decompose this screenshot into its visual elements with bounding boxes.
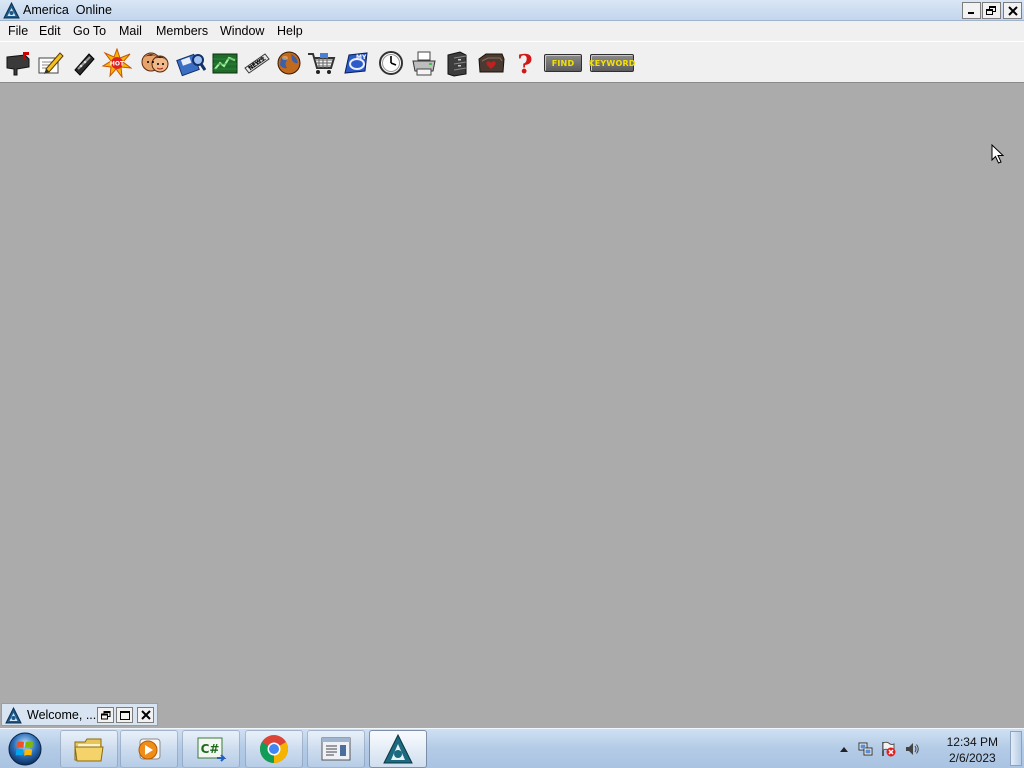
network-icon <box>858 742 873 756</box>
marketplace-cart-button[interactable] <box>306 48 336 78</box>
keyword-button[interactable]: KEYWORD <box>588 54 635 72</box>
print-icon <box>412 51 436 76</box>
compose-mail-icon <box>38 52 64 74</box>
file-search-button[interactable] <box>176 48 206 78</box>
menu-bar: File Edit Go To Mail Members Window Help <box>0 21 1024 41</box>
marketplace-cart-icon <box>308 53 336 74</box>
internet-globe-button[interactable] <box>274 48 304 78</box>
read-mail-button[interactable] <box>3 48 33 78</box>
clock-date: 2/6/2023 <box>948 751 996 765</box>
people-connection-button[interactable] <box>140 48 170 78</box>
system-clock[interactable]: 12:34 PM 2/6/2023 <box>947 734 998 766</box>
internet-globe-icon <box>277 51 301 75</box>
minimized-maximize-button[interactable] <box>116 707 133 723</box>
find-button[interactable]: FIND <box>544 54 582 72</box>
taskbar-csharp-editor[interactable]: C# <box>182 730 240 768</box>
media-player-icon <box>138 738 161 760</box>
clock-time: 12:34 PM <box>946 735 998 749</box>
csharp-editor-icon: C# <box>197 737 227 762</box>
taskbar-media-player[interactable] <box>120 730 178 768</box>
menu-help[interactable]: Help <box>277 24 303 38</box>
minimized-welcome-window[interactable]: Welcome, ... <box>1 703 158 726</box>
close-icon <box>140 710 151 720</box>
help-button[interactable]: ? <box>510 48 540 78</box>
restore-icon <box>100 710 110 719</box>
svg-text:MY: MY <box>356 54 367 61</box>
personal-filing-cabinet-icon <box>447 51 467 77</box>
minimize-button[interactable] <box>962 2 981 19</box>
menu-go-to[interactable]: Go To <box>73 24 106 38</box>
restore-icon <box>986 5 996 15</box>
window-title: America Online <box>23 3 112 17</box>
close-icon <box>1007 5 1018 16</box>
svg-text:HOT: HOT <box>110 61 125 68</box>
menu-members[interactable]: Members <box>156 24 208 38</box>
mail-center-button[interactable] <box>68 48 98 78</box>
read-mail-icon <box>6 52 30 76</box>
news-icon: NEWS <box>244 53 270 74</box>
menu-edit[interactable]: Edit <box>39 24 61 38</box>
print-button[interactable] <box>409 48 439 78</box>
taskbar-file-explorer[interactable] <box>60 730 118 768</box>
compose-mail-button[interactable] <box>35 48 65 78</box>
clock-button[interactable] <box>376 48 406 78</box>
show-desktop-button[interactable] <box>1010 731 1022 766</box>
minimized-window-title: Welcome, ... <box>27 708 97 722</box>
start-button[interactable] <box>4 730 46 768</box>
show-hidden-icons-arrow <box>840 747 848 752</box>
minimize-icon <box>968 12 974 14</box>
taskbar-aol[interactable] <box>369 730 427 768</box>
maximize-icon <box>119 710 130 720</box>
restore-button[interactable] <box>982 2 1001 19</box>
people-connection-icon <box>141 52 169 73</box>
mouse-cursor-icon <box>991 144 1005 164</box>
action-center-tray-button[interactable] <box>880 741 896 757</box>
whats-hot-button[interactable]: HOT <box>102 48 132 78</box>
minimized-restore-button[interactable] <box>97 707 114 723</box>
menu-mail[interactable]: Mail <box>119 24 142 38</box>
taskbar: C# 12:34 PM 2/6/2023 <box>0 728 1024 768</box>
document-viewer-icon <box>321 737 351 761</box>
windows-start-icon <box>8 732 42 766</box>
my-aol-icon: MY <box>344 52 368 74</box>
favorite-places-button[interactable] <box>476 48 506 78</box>
show-hidden-icons-button[interactable] <box>836 741 852 757</box>
menu-file[interactable]: File <box>8 24 28 38</box>
toolbar: HOT NEWS MY ? FIND KEYWORD <box>0 41 1024 83</box>
title-bar[interactable]: America Online <box>0 0 1024 21</box>
taskbar-document-viewer[interactable] <box>307 730 365 768</box>
file-explorer-icon <box>74 738 104 762</box>
aol-triangle-icon <box>5 707 22 724</box>
mdi-workspace[interactable] <box>0 83 1024 728</box>
clock-icon <box>379 51 403 75</box>
volume-tray-button[interactable] <box>904 741 920 757</box>
mail-center-icon <box>74 53 95 76</box>
news-button[interactable]: NEWS <box>242 48 272 78</box>
network-tray-button[interactable] <box>858 741 874 757</box>
whats-hot-icon: HOT <box>102 48 132 78</box>
svg-text:C#: C# <box>201 742 220 756</box>
system-tray: 12:34 PM 2/6/2023 <box>834 729 1024 768</box>
aol-triangle-icon <box>3 2 20 19</box>
volume-icon <box>906 743 919 755</box>
my-aol-button[interactable]: MY <box>341 48 371 78</box>
minimized-close-button[interactable] <box>137 707 154 723</box>
close-button[interactable] <box>1003 2 1022 19</box>
file-search-icon <box>176 53 206 77</box>
chrome-icon <box>260 735 288 763</box>
action-center-flag-icon <box>882 741 896 757</box>
personal-filing-cabinet-button[interactable] <box>441 48 471 78</box>
menu-window[interactable]: Window <box>220 24 264 38</box>
favorite-places-icon <box>478 53 505 73</box>
stock-quotes-button[interactable] <box>210 48 240 78</box>
aol-icon <box>383 733 413 764</box>
help-icon: ? <box>517 50 532 77</box>
svg-text:?: ? <box>517 50 532 77</box>
taskbar-chrome[interactable] <box>245 730 303 768</box>
svg-text:NEWS: NEWS <box>248 56 267 71</box>
stock-quotes-icon <box>212 53 238 74</box>
